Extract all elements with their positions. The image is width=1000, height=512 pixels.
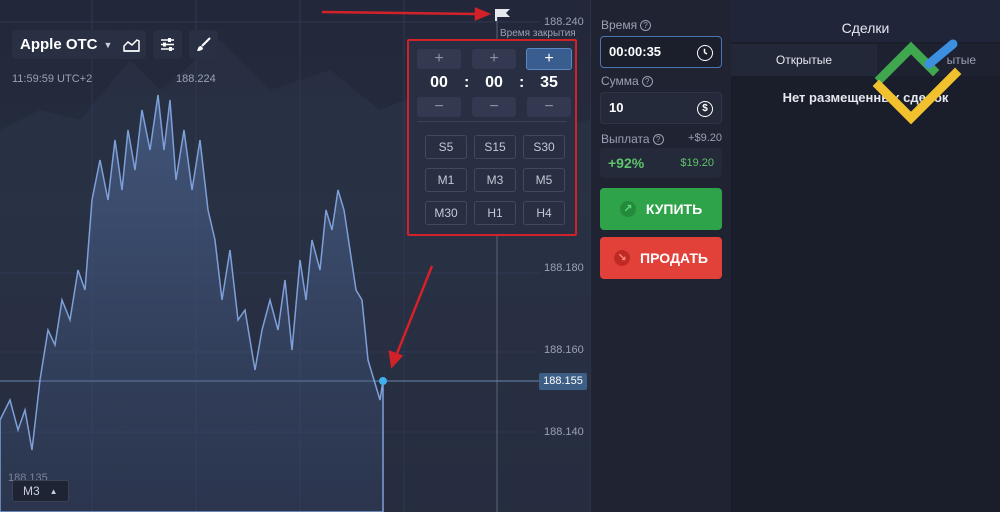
payout-title: Выплата?	[601, 132, 664, 146]
current-price-badge: 188.155	[539, 373, 587, 390]
trading-screen: Время закрытия 11:59:59 UTC+2 188.224 18…	[0, 0, 1000, 512]
price-axis-label: 188.180	[544, 262, 584, 274]
time-colon: :	[519, 74, 525, 91]
payout-total: $19.20	[680, 157, 714, 169]
caret-down-icon: ▼	[103, 39, 113, 50]
payout-box: +92% $19.20	[600, 148, 722, 178]
drawing-tools-button[interactable]	[189, 30, 218, 59]
price-axis-label: 188.140	[544, 426, 584, 438]
preset-s5[interactable]: S5	[425, 135, 467, 159]
chart-area[interactable]: Время закрытия 11:59:59 UTC+2 188.224 18…	[0, 0, 590, 512]
sell-label: ПРОДАТЬ	[640, 250, 708, 266]
amount-title: Сумма?	[601, 74, 653, 88]
minutes-value[interactable]: 00	[472, 74, 516, 92]
server-time: 11:59:59 UTC+2	[12, 73, 93, 85]
expiry-time-value: 00:00:35	[609, 44, 662, 59]
seconds-increment-button[interactable]: +	[526, 48, 572, 70]
clock-icon[interactable]	[697, 45, 713, 61]
help-icon[interactable]: ?	[652, 134, 664, 145]
brush-icon	[197, 37, 211, 51]
arrow-up-right-icon: ↗	[619, 201, 636, 217]
preset-m30[interactable]: M30	[425, 201, 467, 225]
high-price-label: 188.224	[176, 73, 216, 85]
minutes-decrement-button[interactable]: −	[472, 97, 516, 117]
expiry-time-input[interactable]: 00:00:35	[600, 36, 722, 68]
current-price-dot	[379, 377, 387, 385]
preset-m3[interactable]: M3	[474, 168, 516, 192]
time-title: Время?	[601, 18, 652, 32]
asset-selector[interactable]: Apple OTC ▼	[12, 30, 121, 59]
help-icon[interactable]: ?	[641, 76, 653, 87]
payout-profit: +$9.20	[688, 132, 722, 144]
chart-type-button[interactable]	[117, 30, 146, 59]
time-title-text: Время	[601, 18, 638, 32]
amount-title-text: Сумма	[601, 74, 639, 88]
sliders-icon	[161, 38, 174, 51]
timeframe-value: M3	[23, 484, 40, 498]
asset-name: Apple OTC	[20, 36, 98, 53]
expiry-time-picker: + + + 00 : 00 : 35 − − − S5 S15 S30 M1 M…	[407, 39, 577, 236]
price-axis-label: 188.240	[544, 16, 584, 28]
buy-label: КУПИТЬ	[645, 201, 703, 217]
hours-decrement-button[interactable]: −	[417, 97, 461, 117]
preset-m5[interactable]: M5	[523, 168, 565, 192]
watermark-logo-icon	[872, 39, 962, 125]
buy-button[interactable]: ↗ КУПИТЬ	[600, 188, 722, 230]
seconds-decrement-button[interactable]: −	[527, 97, 571, 117]
indicators-button[interactable]	[153, 30, 182, 59]
preset-h4[interactable]: H4	[523, 201, 565, 225]
tab-open-deals[interactable]: Открытые	[731, 44, 877, 76]
amount-value: 10	[609, 100, 624, 115]
close-time-label: Время закрытия	[500, 28, 576, 39]
hours-increment-button[interactable]: +	[417, 49, 461, 69]
help-icon[interactable]: ?	[640, 20, 652, 31]
area-chart-icon	[123, 38, 140, 52]
minutes-increment-button[interactable]: +	[472, 49, 516, 69]
deals-panel: Сделки Открытые ытые Нет размещенных сде…	[731, 0, 1000, 512]
preset-s15[interactable]: S15	[474, 135, 516, 159]
dollar-icon[interactable]: $	[697, 101, 713, 117]
payout-percent: +92%	[608, 155, 645, 171]
picker-divider	[417, 121, 567, 122]
preset-m1[interactable]: M1	[425, 168, 467, 192]
hours-value[interactable]: 00	[417, 74, 461, 92]
trade-panel: Время? 00:00:35 Сумма? 10 $ Выплата? +$9…	[590, 0, 731, 512]
preset-s30[interactable]: S30	[523, 135, 565, 159]
time-colon: :	[464, 74, 470, 91]
sell-button[interactable]: ↘ ПРОДАТЬ	[600, 237, 722, 279]
seconds-value[interactable]: 35	[527, 74, 571, 92]
caret-up-icon: ▲	[49, 486, 58, 496]
arrow-down-right-icon: ↘	[614, 250, 631, 266]
payout-title-text: Выплата	[601, 132, 650, 146]
amount-input[interactable]: 10 $	[600, 92, 722, 124]
price-axis-label: 188.160	[544, 344, 584, 356]
preset-h1[interactable]: H1	[474, 201, 516, 225]
timeframe-selector[interactable]: M3 ▲	[12, 480, 69, 502]
